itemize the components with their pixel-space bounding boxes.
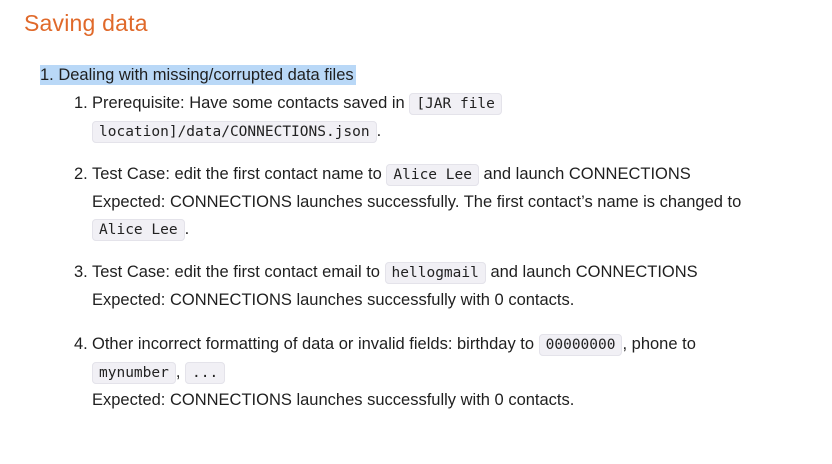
item-number: 4.	[74, 335, 88, 353]
page-title: Saving data	[24, 10, 148, 36]
inline-code: Alice Lee	[386, 164, 479, 186]
item-number: 3.	[74, 263, 88, 281]
item-text: , phone to	[622, 335, 696, 353]
list-item: 1. Prerequisite: Have some contacts saved…	[74, 90, 814, 146]
list-item: 2. Test Case: edit the first contact name…	[74, 161, 814, 244]
expected-text: Expected: CONNECTIONS launches successfu…	[92, 391, 575, 409]
inline-code: mynumber	[92, 362, 176, 384]
list-item: 3. Test Case: edit the first contact emai…	[74, 259, 814, 314]
item-text: Other incorrect formatting of data or in…	[92, 335, 539, 353]
section-heading-text: 1. Dealing with missing/corrupted data f…	[40, 65, 356, 85]
inline-code: 00000000	[538, 334, 623, 356]
item-number: 1.	[74, 94, 88, 112]
item-text: .	[184, 220, 190, 238]
inline-code: ...	[185, 362, 226, 384]
item-text: .	[376, 122, 382, 140]
item-text: Test Case: edit the first contact email …	[92, 263, 385, 281]
inline-code: hellogmail	[384, 262, 486, 284]
document-page: Saving data 1. Dealing with missing/corr…	[0, 0, 832, 464]
inline-code: [JAR file	[409, 93, 502, 115]
item-number: 2.	[74, 165, 88, 183]
expected-text: Expected: CONNECTIONS launches successfu…	[92, 291, 575, 309]
expected-text: Expected: CONNECTIONS launches successfu…	[92, 193, 742, 211]
item-text: ,	[175, 363, 186, 381]
item-text: Prerequisite: Have some contacts saved i…	[92, 94, 410, 112]
item-text: and launch CONNECTIONS	[485, 263, 698, 281]
section-heading: 1. Dealing with missing/corrupted data f…	[40, 64, 356, 86]
list-item: 4. Other incorrect formatting of data or …	[74, 331, 814, 414]
item-text: and launch CONNECTIONS	[478, 165, 691, 183]
item-text: Test Case: edit the first contact name t…	[92, 165, 387, 183]
inline-code: location]/data/CONNECTIONS.json	[92, 121, 377, 143]
inline-code: Alice Lee	[92, 219, 185, 241]
